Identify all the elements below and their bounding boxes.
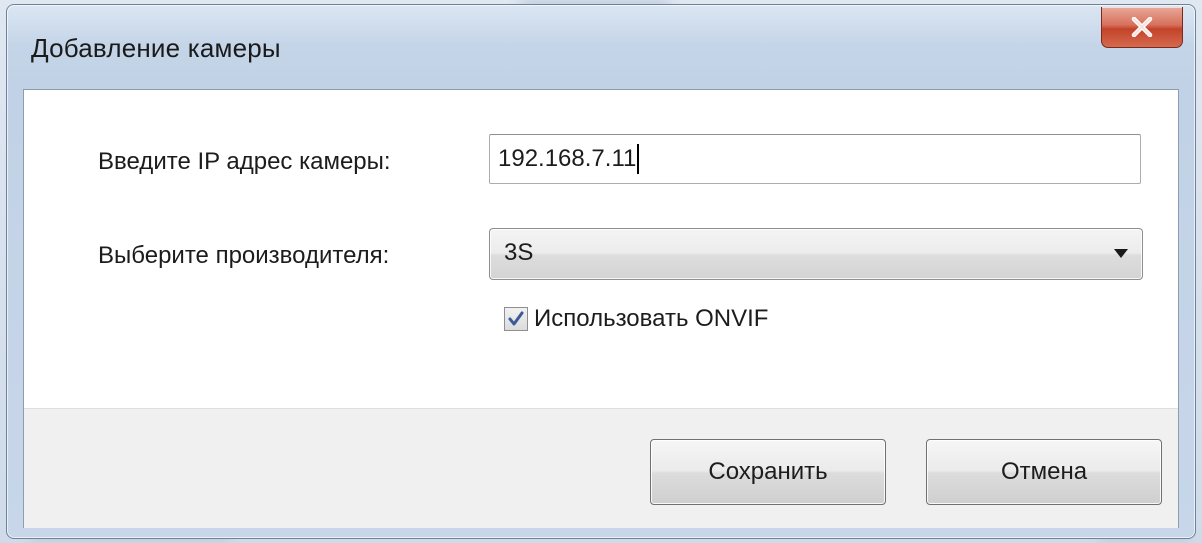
dialog-title: Добавление камеры: [31, 33, 281, 63]
ip-address-value: 192.168.7.11: [498, 145, 637, 172]
dialog-client-area: Введите IP адрес камеры: 192.168.7.11 Вы…: [23, 89, 1179, 528]
title-bar: Добавление камеры: [7, 5, 1195, 87]
cancel-button[interactable]: Отмена: [926, 439, 1162, 505]
vendor-selected-value: 3S: [504, 239, 534, 266]
save-button[interactable]: Сохранить: [650, 439, 886, 505]
chevron-down-icon: [1114, 249, 1128, 258]
close-icon: [1131, 17, 1153, 37]
ip-address-label: Введите IP адрес камеры:: [98, 148, 391, 175]
onvif-checkbox[interactable]: [504, 307, 528, 331]
form-area: Введите IP адрес камеры: 192.168.7.11 Вы…: [24, 90, 1178, 408]
button-bar: Сохранить Отмена: [24, 408, 1178, 528]
checkmark-icon: [508, 311, 524, 326]
text-cursor: [637, 144, 640, 174]
onvif-option[interactable]: Использовать ONVIF: [504, 305, 768, 333]
ip-address-input[interactable]: 192.168.7.11: [489, 134, 1141, 184]
close-button[interactable]: [1101, 7, 1183, 48]
vendor-select[interactable]: 3S: [489, 228, 1143, 280]
add-camera-dialog: Добавление камеры Введите IP адрес камер…: [6, 4, 1196, 539]
onvif-checkbox-label: Использовать ONVIF: [534, 305, 769, 332]
vendor-label: Выберите производителя:: [98, 242, 390, 269]
